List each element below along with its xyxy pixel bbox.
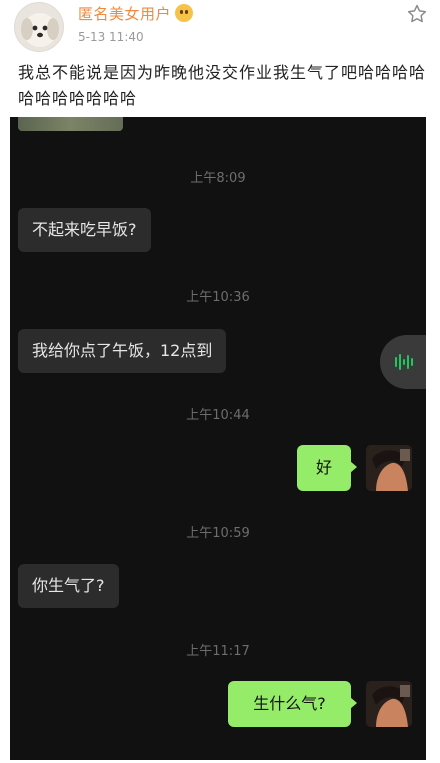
message-bubble-incoming: 不起来吃早饭? [18,208,151,252]
message-bubble-incoming: 你生气了? [18,564,119,608]
voice-icon [395,354,413,370]
chat-screenshot: 上午8:09 不起来吃早饭? 上午10:36 我给你点了午饭，12点到 上午10… [10,117,426,760]
message-bubble-incoming: 我给你点了午饭，12点到 [18,329,227,373]
post-date: 5-13 11:40 [78,30,144,44]
sender-avatar [366,445,412,491]
timestamp: 上午11:17 [186,644,250,659]
post-text: 我总不能说是因为昨晚他没交作业我生气了吧哈哈哈哈哈哈哈哈哈哈哈 [18,63,427,108]
sender-avatar [366,681,412,727]
timestamp: 上午8:09 [190,171,246,186]
shared-image-fragment [18,117,123,131]
username-text[interactable]: 匿名美女用户 [78,5,171,23]
star-icon[interactable] [406,3,428,25]
message-bubble-outgoing: 好 [297,445,357,491]
verified-emoji-icon [175,4,194,22]
timestamp: 上午10:36 [186,290,250,305]
poster-avatar[interactable] [14,2,64,52]
poster-username[interactable]: 匿名美女用户 [78,3,194,24]
timestamp: 上午10:59 [186,526,250,541]
message-bubble-outgoing: 生什么气? [228,681,357,727]
timestamp: 上午10:44 [186,408,250,423]
voice-button[interactable] [380,335,426,389]
